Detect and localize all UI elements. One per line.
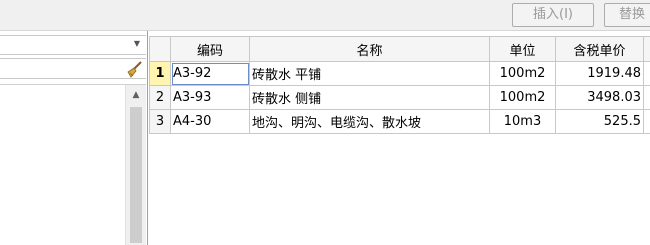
scroll-thumb[interactable] xyxy=(130,107,142,243)
broom-icon[interactable] xyxy=(125,60,143,78)
toolbar: 插入(I) 替换 xyxy=(0,0,650,31)
table-row[interactable]: 1 A3-92 砖散水 平铺 100m2 1919.48 xyxy=(149,61,650,86)
cell-code[interactable]: A3-92 xyxy=(170,61,250,86)
cell-unit[interactable]: 100m2 xyxy=(489,85,556,110)
arrow-up-icon[interactable]: ▲ xyxy=(127,87,145,104)
replace-button[interactable]: 替换 xyxy=(604,3,650,27)
cell-extra xyxy=(643,85,650,110)
cell-extra xyxy=(643,61,650,86)
cell-code[interactable]: A3-93 xyxy=(170,85,250,110)
column-header-name[interactable]: 名称 xyxy=(249,36,490,62)
library-combo[interactable]: ▼ xyxy=(0,35,146,55)
cell-name[interactable]: 地沟、明沟、电缆沟、散水坡 xyxy=(249,109,490,134)
search-input[interactable] xyxy=(0,58,146,79)
chapter-tree[interactable]: ▲ xyxy=(0,84,146,245)
chevron-down-icon[interactable]: ▼ xyxy=(134,39,140,48)
cell-code[interactable]: A4-30 xyxy=(170,109,250,134)
cell-price[interactable]: 3498.03 xyxy=(555,85,644,110)
row-number[interactable]: 3 xyxy=(149,109,171,134)
column-header-code[interactable]: 编码 xyxy=(170,36,250,62)
cell-price[interactable]: 1919.48 xyxy=(555,61,644,86)
column-header-price[interactable]: 含税单价 xyxy=(555,36,644,62)
table-row[interactable]: 2 A3-93 砖散水 侧铺 100m2 3498.03 xyxy=(149,85,650,110)
column-header-unit[interactable]: 单位 xyxy=(489,36,556,62)
cell-extra xyxy=(643,109,650,134)
row-number[interactable]: 2 xyxy=(149,85,171,110)
tree-scrollbar[interactable]: ▲ xyxy=(125,85,146,245)
cell-name[interactable]: 砖散水 平铺 xyxy=(249,61,490,86)
quota-table: 编码 名称 单位 含税单价 1 A3-92 砖散水 平铺 100m2 1919.… xyxy=(149,36,650,245)
row-number[interactable]: 1 xyxy=(149,61,171,86)
cell-unit[interactable]: 100m2 xyxy=(489,61,556,86)
cell-price[interactable]: 525.5 xyxy=(555,109,644,134)
insert-button[interactable]: 插入(I) xyxy=(512,3,594,27)
corner-cell xyxy=(149,36,171,62)
cell-name[interactable]: 砖散水 侧铺 xyxy=(249,85,490,110)
column-header-extra xyxy=(643,36,650,62)
left-pane: ▼ ▲ xyxy=(0,31,148,245)
table-row[interactable]: 3 A4-30 地沟、明沟、电缆沟、散水坡 10m3 525.5 xyxy=(149,109,650,134)
cell-unit[interactable]: 10m3 xyxy=(489,109,556,134)
header-row: 编码 名称 单位 含税单价 xyxy=(149,36,650,62)
